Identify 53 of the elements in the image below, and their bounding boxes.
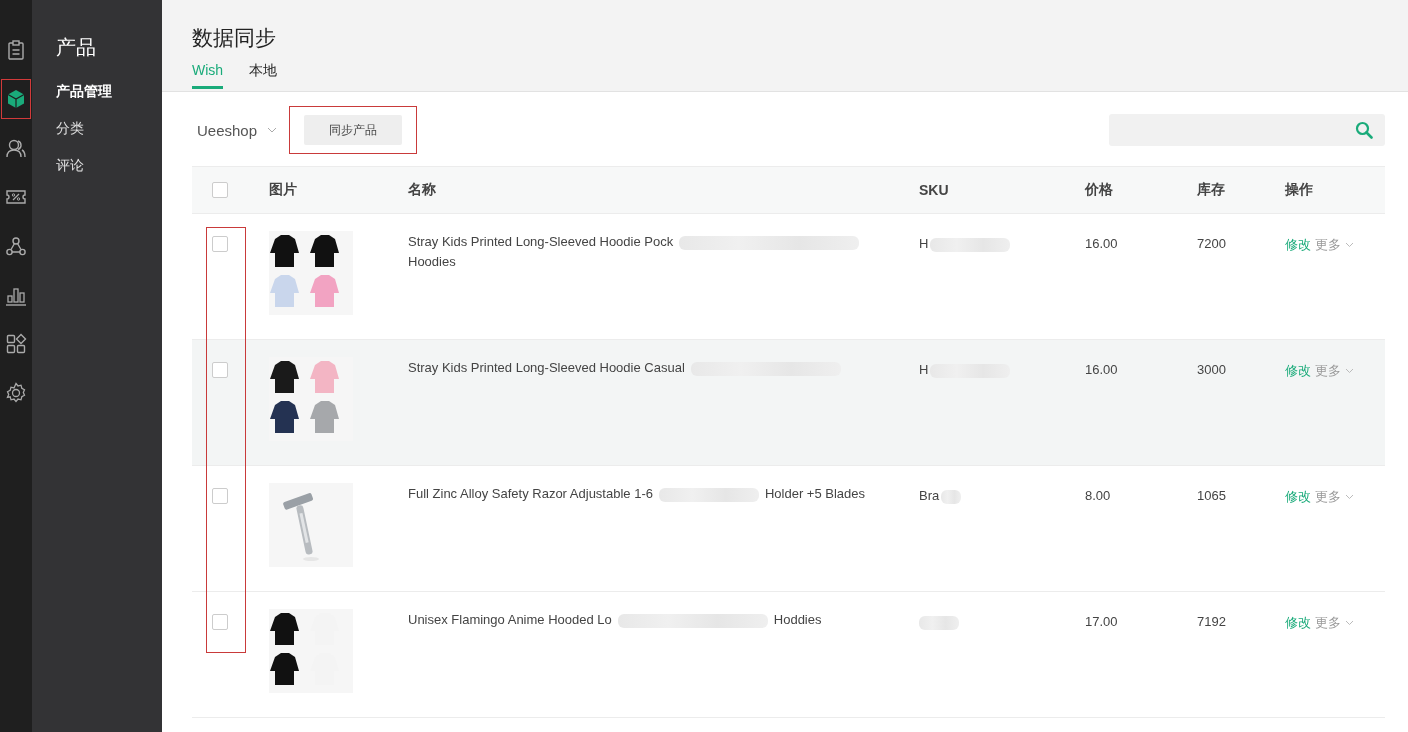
caret-icon	[1345, 620, 1354, 626]
search-icon[interactable]	[1355, 121, 1373, 139]
price-cell-text: 8.00	[1085, 487, 1112, 503]
caret-icon	[267, 127, 278, 133]
product-name: Full Zinc Alloy Safety Razor Adjustable 1-6	[408, 486, 653, 501]
column-header: 名称	[408, 181, 437, 199]
sku-text: H	[919, 362, 929, 377]
table-row[interactable]: Stray Kids Printed Long-Sleeved Hoodie Casual H 16.00 3000 修改 更多	[192, 340, 1385, 466]
caret-icon	[1345, 368, 1354, 374]
caret-icon	[1345, 242, 1354, 248]
sidebar-item[interactable]: 产品管理	[56, 83, 162, 101]
redaction-blur	[941, 489, 962, 504]
search-field[interactable]	[1109, 114, 1385, 146]
column-header: SKU	[919, 182, 950, 198]
sidebar-title: 产品	[56, 35, 97, 60]
clipboard-icon	[5, 39, 27, 61]
product-name: Unisex Flamingo Anime Hooded Lo	[408, 612, 612, 627]
sku-text: H	[919, 236, 929, 251]
apps-icon	[5, 333, 27, 355]
price-cell-text: 16.00	[1085, 361, 1119, 377]
column-header: 库存	[1197, 181, 1226, 199]
stock-cell-text: 7200	[1197, 235, 1227, 251]
caret-icon	[1345, 494, 1354, 500]
sidebar-item[interactable]: 评论	[56, 157, 162, 175]
tab[interactable]: 本地	[249, 62, 278, 89]
price-cell-text: 17.00	[1085, 613, 1119, 629]
settings-icon	[5, 382, 27, 404]
column-header: 图片	[269, 181, 298, 199]
cube-icon	[5, 88, 27, 110]
store-select[interactable]: Ueeshop	[197, 121, 258, 139]
checkbox[interactable]	[212, 182, 228, 198]
stock-cell-text: 7192	[1197, 613, 1227, 629]
product-name: Hoddies	[773, 612, 822, 627]
column-header: 操作	[1285, 181, 1314, 199]
product-name: Hoodies	[408, 253, 457, 271]
checkbox[interactable]	[212, 614, 228, 630]
network-icon	[5, 235, 27, 257]
page-title: 数据同步	[192, 25, 277, 51]
sku-text: Bra	[919, 488, 940, 503]
product-name: Stray Kids Printed Long-Sleeved Hoodie Pock	[408, 234, 674, 249]
column-header: 价格	[1085, 181, 1114, 199]
sync-button[interactable]: 同步产品	[304, 115, 403, 145]
stock-cell-text: 1065	[1197, 487, 1227, 503]
stock-cell-text: 3000	[1197, 361, 1227, 377]
checkbox[interactable]	[212, 236, 228, 252]
price-cell-text: 16.00	[1085, 235, 1119, 251]
checkbox[interactable]	[212, 362, 228, 378]
users-icon	[5, 137, 27, 159]
product-name: Stray Kids Printed Long-Sleeved Hoodie Casual	[408, 360, 685, 375]
sidebar-item[interactable]: 分类	[56, 120, 162, 138]
redaction-blur	[919, 615, 959, 630]
checkbox[interactable]	[212, 488, 228, 504]
product-name: Holder +5 Blades	[764, 486, 866, 501]
